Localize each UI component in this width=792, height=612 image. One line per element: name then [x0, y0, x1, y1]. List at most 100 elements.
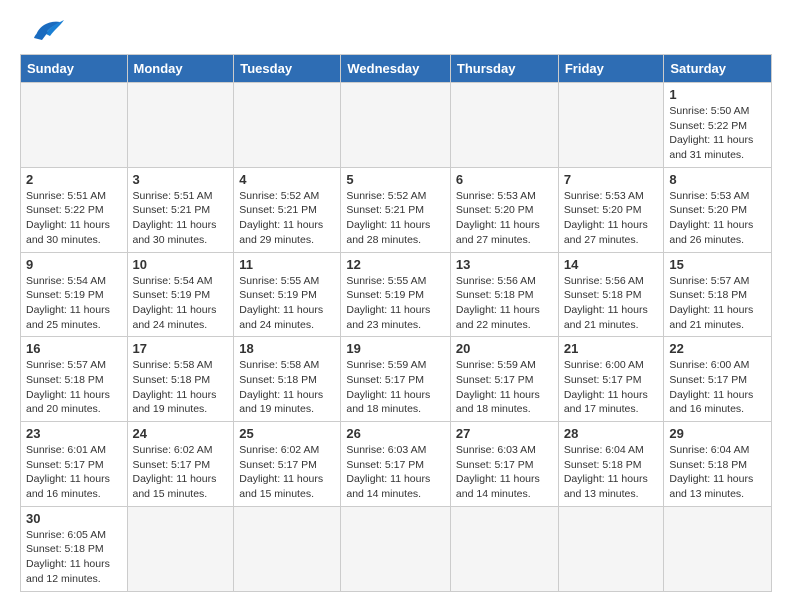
day-info: Sunrise: 6:05 AM Sunset: 5:18 PM Dayligh… — [26, 528, 122, 587]
calendar-cell — [127, 506, 234, 591]
day-number: 18 — [239, 341, 335, 356]
header-row: SundayMondayTuesdayWednesdayThursdayFrid… — [21, 55, 772, 83]
calendar-cell: 30 Sunrise: 6:05 AM Sunset: 5:18 PM Dayli… — [21, 506, 128, 591]
day-number: 7 — [564, 172, 659, 187]
calendar-cell: 14Sunrise: 5:56 AM Sunset: 5:18 PM Dayli… — [558, 252, 664, 337]
day-info: Sunrise: 5:56 AM Sunset: 5:18 PM Dayligh… — [456, 274, 553, 333]
weekday-header-sunday: Sunday — [21, 55, 128, 83]
weekday-header-thursday: Thursday — [450, 55, 558, 83]
calendar-cell — [664, 506, 772, 591]
calendar-cell: 20 Sunrise: 5:59 AM Sunset: 5:17 PM Dayli… — [450, 337, 558, 422]
day-info: Sunrise: 5:51 AM Sunset: 5:22 PM Dayligh… — [26, 189, 122, 248]
day-info: Sunrise: 5:58 AM Sunset: 5:18 PM Dayligh… — [133, 358, 229, 417]
day-number: 19 — [346, 341, 445, 356]
day-number: 9 — [26, 257, 122, 272]
calendar-week-3: 9 Sunrise: 5:54 AM Sunset: 5:19 PM Daylig… — [21, 252, 772, 337]
calendar-cell: 15Sunrise: 5:57 AM Sunset: 5:18 PM Dayli… — [664, 252, 772, 337]
day-number: 22 — [669, 341, 766, 356]
day-info: Sunrise: 6:00 AM Sunset: 5:17 PM Dayligh… — [669, 358, 766, 417]
day-info: Sunrise: 5:51 AM Sunset: 5:21 PM Dayligh… — [133, 189, 229, 248]
day-number: 10 — [133, 257, 229, 272]
day-info: Sunrise: 5:53 AM Sunset: 5:20 PM Dayligh… — [669, 189, 766, 248]
day-info: Sunrise: 5:53 AM Sunset: 5:20 PM Dayligh… — [564, 189, 659, 248]
calendar-cell: 18 Sunrise: 5:58 AM Sunset: 5:18 PM Dayli… — [234, 337, 341, 422]
day-info: Sunrise: 5:50 AM Sunset: 5:22 PM Dayligh… — [669, 104, 766, 163]
day-info: Sunrise: 5:55 AM Sunset: 5:19 PM Dayligh… — [239, 274, 335, 333]
day-number: 4 — [239, 172, 335, 187]
calendar-cell: 24 Sunrise: 6:02 AM Sunset: 5:17 PM Dayli… — [127, 422, 234, 507]
calendar-cell: 22 Sunrise: 6:00 AM Sunset: 5:17 PM Dayli… — [664, 337, 772, 422]
day-number: 12 — [346, 257, 445, 272]
day-info: Sunrise: 5:59 AM Sunset: 5:17 PM Dayligh… — [346, 358, 445, 417]
calendar-cell: 1Sunrise: 5:50 AM Sunset: 5:22 PM Daylig… — [664, 83, 772, 168]
calendar-cell: 17 Sunrise: 5:58 AM Sunset: 5:18 PM Dayli… — [127, 337, 234, 422]
day-number: 24 — [133, 426, 229, 441]
calendar-cell — [450, 83, 558, 168]
weekday-header-friday: Friday — [558, 55, 664, 83]
day-info: Sunrise: 6:01 AM Sunset: 5:17 PM Dayligh… — [26, 443, 122, 502]
calendar-cell — [450, 506, 558, 591]
calendar-week-2: 2 Sunrise: 5:51 AM Sunset: 5:22 PM Daylig… — [21, 167, 772, 252]
calendar-cell — [21, 83, 128, 168]
day-number: 25 — [239, 426, 335, 441]
day-info: Sunrise: 5:56 AM Sunset: 5:18 PM Dayligh… — [564, 274, 659, 333]
day-info: Sunrise: 5:58 AM Sunset: 5:18 PM Dayligh… — [239, 358, 335, 417]
calendar-cell: 27 Sunrise: 6:03 AM Sunset: 5:17 PM Dayli… — [450, 422, 558, 507]
calendar-week-6: 30 Sunrise: 6:05 AM Sunset: 5:18 PM Dayli… — [21, 506, 772, 591]
logo-bird-icon — [28, 16, 66, 44]
calendar-cell: 25 Sunrise: 6:02 AM Sunset: 5:17 PM Dayli… — [234, 422, 341, 507]
day-info: Sunrise: 6:03 AM Sunset: 5:17 PM Dayligh… — [456, 443, 553, 502]
calendar-week-4: 16Sunrise: 5:57 AM Sunset: 5:18 PM Dayli… — [21, 337, 772, 422]
calendar-cell — [341, 506, 451, 591]
day-info: Sunrise: 5:54 AM Sunset: 5:19 PM Dayligh… — [133, 274, 229, 333]
calendar-week-5: 23 Sunrise: 6:01 AM Sunset: 5:17 PM Dayli… — [21, 422, 772, 507]
day-number: 6 — [456, 172, 553, 187]
calendar-week-1: 1Sunrise: 5:50 AM Sunset: 5:22 PM Daylig… — [21, 83, 772, 168]
calendar-cell: 29 Sunrise: 6:04 AM Sunset: 5:18 PM Dayli… — [664, 422, 772, 507]
weekday-header-wednesday: Wednesday — [341, 55, 451, 83]
day-number: 29 — [669, 426, 766, 441]
day-number: 2 — [26, 172, 122, 187]
day-info: Sunrise: 6:02 AM Sunset: 5:17 PM Dayligh… — [133, 443, 229, 502]
calendar-cell: 2 Sunrise: 5:51 AM Sunset: 5:22 PM Daylig… — [21, 167, 128, 252]
day-info: Sunrise: 6:02 AM Sunset: 5:17 PM Dayligh… — [239, 443, 335, 502]
calendar-cell — [558, 83, 664, 168]
day-number: 30 — [26, 511, 122, 526]
day-info: Sunrise: 5:55 AM Sunset: 5:19 PM Dayligh… — [346, 274, 445, 333]
day-number: 23 — [26, 426, 122, 441]
calendar-cell: 3 Sunrise: 5:51 AM Sunset: 5:21 PM Daylig… — [127, 167, 234, 252]
calendar-cell — [558, 506, 664, 591]
calendar-cell: 11 Sunrise: 5:55 AM Sunset: 5:19 PM Dayli… — [234, 252, 341, 337]
calendar-cell: 6Sunrise: 5:53 AM Sunset: 5:20 PM Daylig… — [450, 167, 558, 252]
calendar-cell: 19 Sunrise: 5:59 AM Sunset: 5:17 PM Dayli… — [341, 337, 451, 422]
day-info: Sunrise: 6:00 AM Sunset: 5:17 PM Dayligh… — [564, 358, 659, 417]
calendar-cell: 10 Sunrise: 5:54 AM Sunset: 5:19 PM Dayli… — [127, 252, 234, 337]
day-number: 26 — [346, 426, 445, 441]
day-info: Sunrise: 6:04 AM Sunset: 5:18 PM Dayligh… — [669, 443, 766, 502]
day-info: Sunrise: 5:54 AM Sunset: 5:19 PM Dayligh… — [26, 274, 122, 333]
day-number: 8 — [669, 172, 766, 187]
day-number: 17 — [133, 341, 229, 356]
day-number: 3 — [133, 172, 229, 187]
calendar-cell — [341, 83, 451, 168]
page-header — [20, 16, 772, 44]
day-info: Sunrise: 6:04 AM Sunset: 5:18 PM Dayligh… — [564, 443, 659, 502]
weekday-header-saturday: Saturday — [664, 55, 772, 83]
calendar-cell: 13Sunrise: 5:56 AM Sunset: 5:18 PM Dayli… — [450, 252, 558, 337]
calendar-cell: 9 Sunrise: 5:54 AM Sunset: 5:19 PM Daylig… — [21, 252, 128, 337]
calendar-cell: 5Sunrise: 5:52 AM Sunset: 5:21 PM Daylig… — [341, 167, 451, 252]
day-info: Sunrise: 5:57 AM Sunset: 5:18 PM Dayligh… — [26, 358, 122, 417]
calendar-cell: 23 Sunrise: 6:01 AM Sunset: 5:17 PM Dayli… — [21, 422, 128, 507]
day-number: 27 — [456, 426, 553, 441]
day-info: Sunrise: 5:59 AM Sunset: 5:17 PM Dayligh… — [456, 358, 553, 417]
day-number: 11 — [239, 257, 335, 272]
weekday-header-monday: Monday — [127, 55, 234, 83]
calendar-cell: 28 Sunrise: 6:04 AM Sunset: 5:18 PM Dayli… — [558, 422, 664, 507]
day-number: 28 — [564, 426, 659, 441]
day-info: Sunrise: 5:52 AM Sunset: 5:21 PM Dayligh… — [239, 189, 335, 248]
weekday-header-tuesday: Tuesday — [234, 55, 341, 83]
day-info: Sunrise: 5:57 AM Sunset: 5:18 PM Dayligh… — [669, 274, 766, 333]
calendar-cell — [127, 83, 234, 168]
day-number: 20 — [456, 341, 553, 356]
calendar-cell: 7 Sunrise: 5:53 AM Sunset: 5:20 PM Daylig… — [558, 167, 664, 252]
